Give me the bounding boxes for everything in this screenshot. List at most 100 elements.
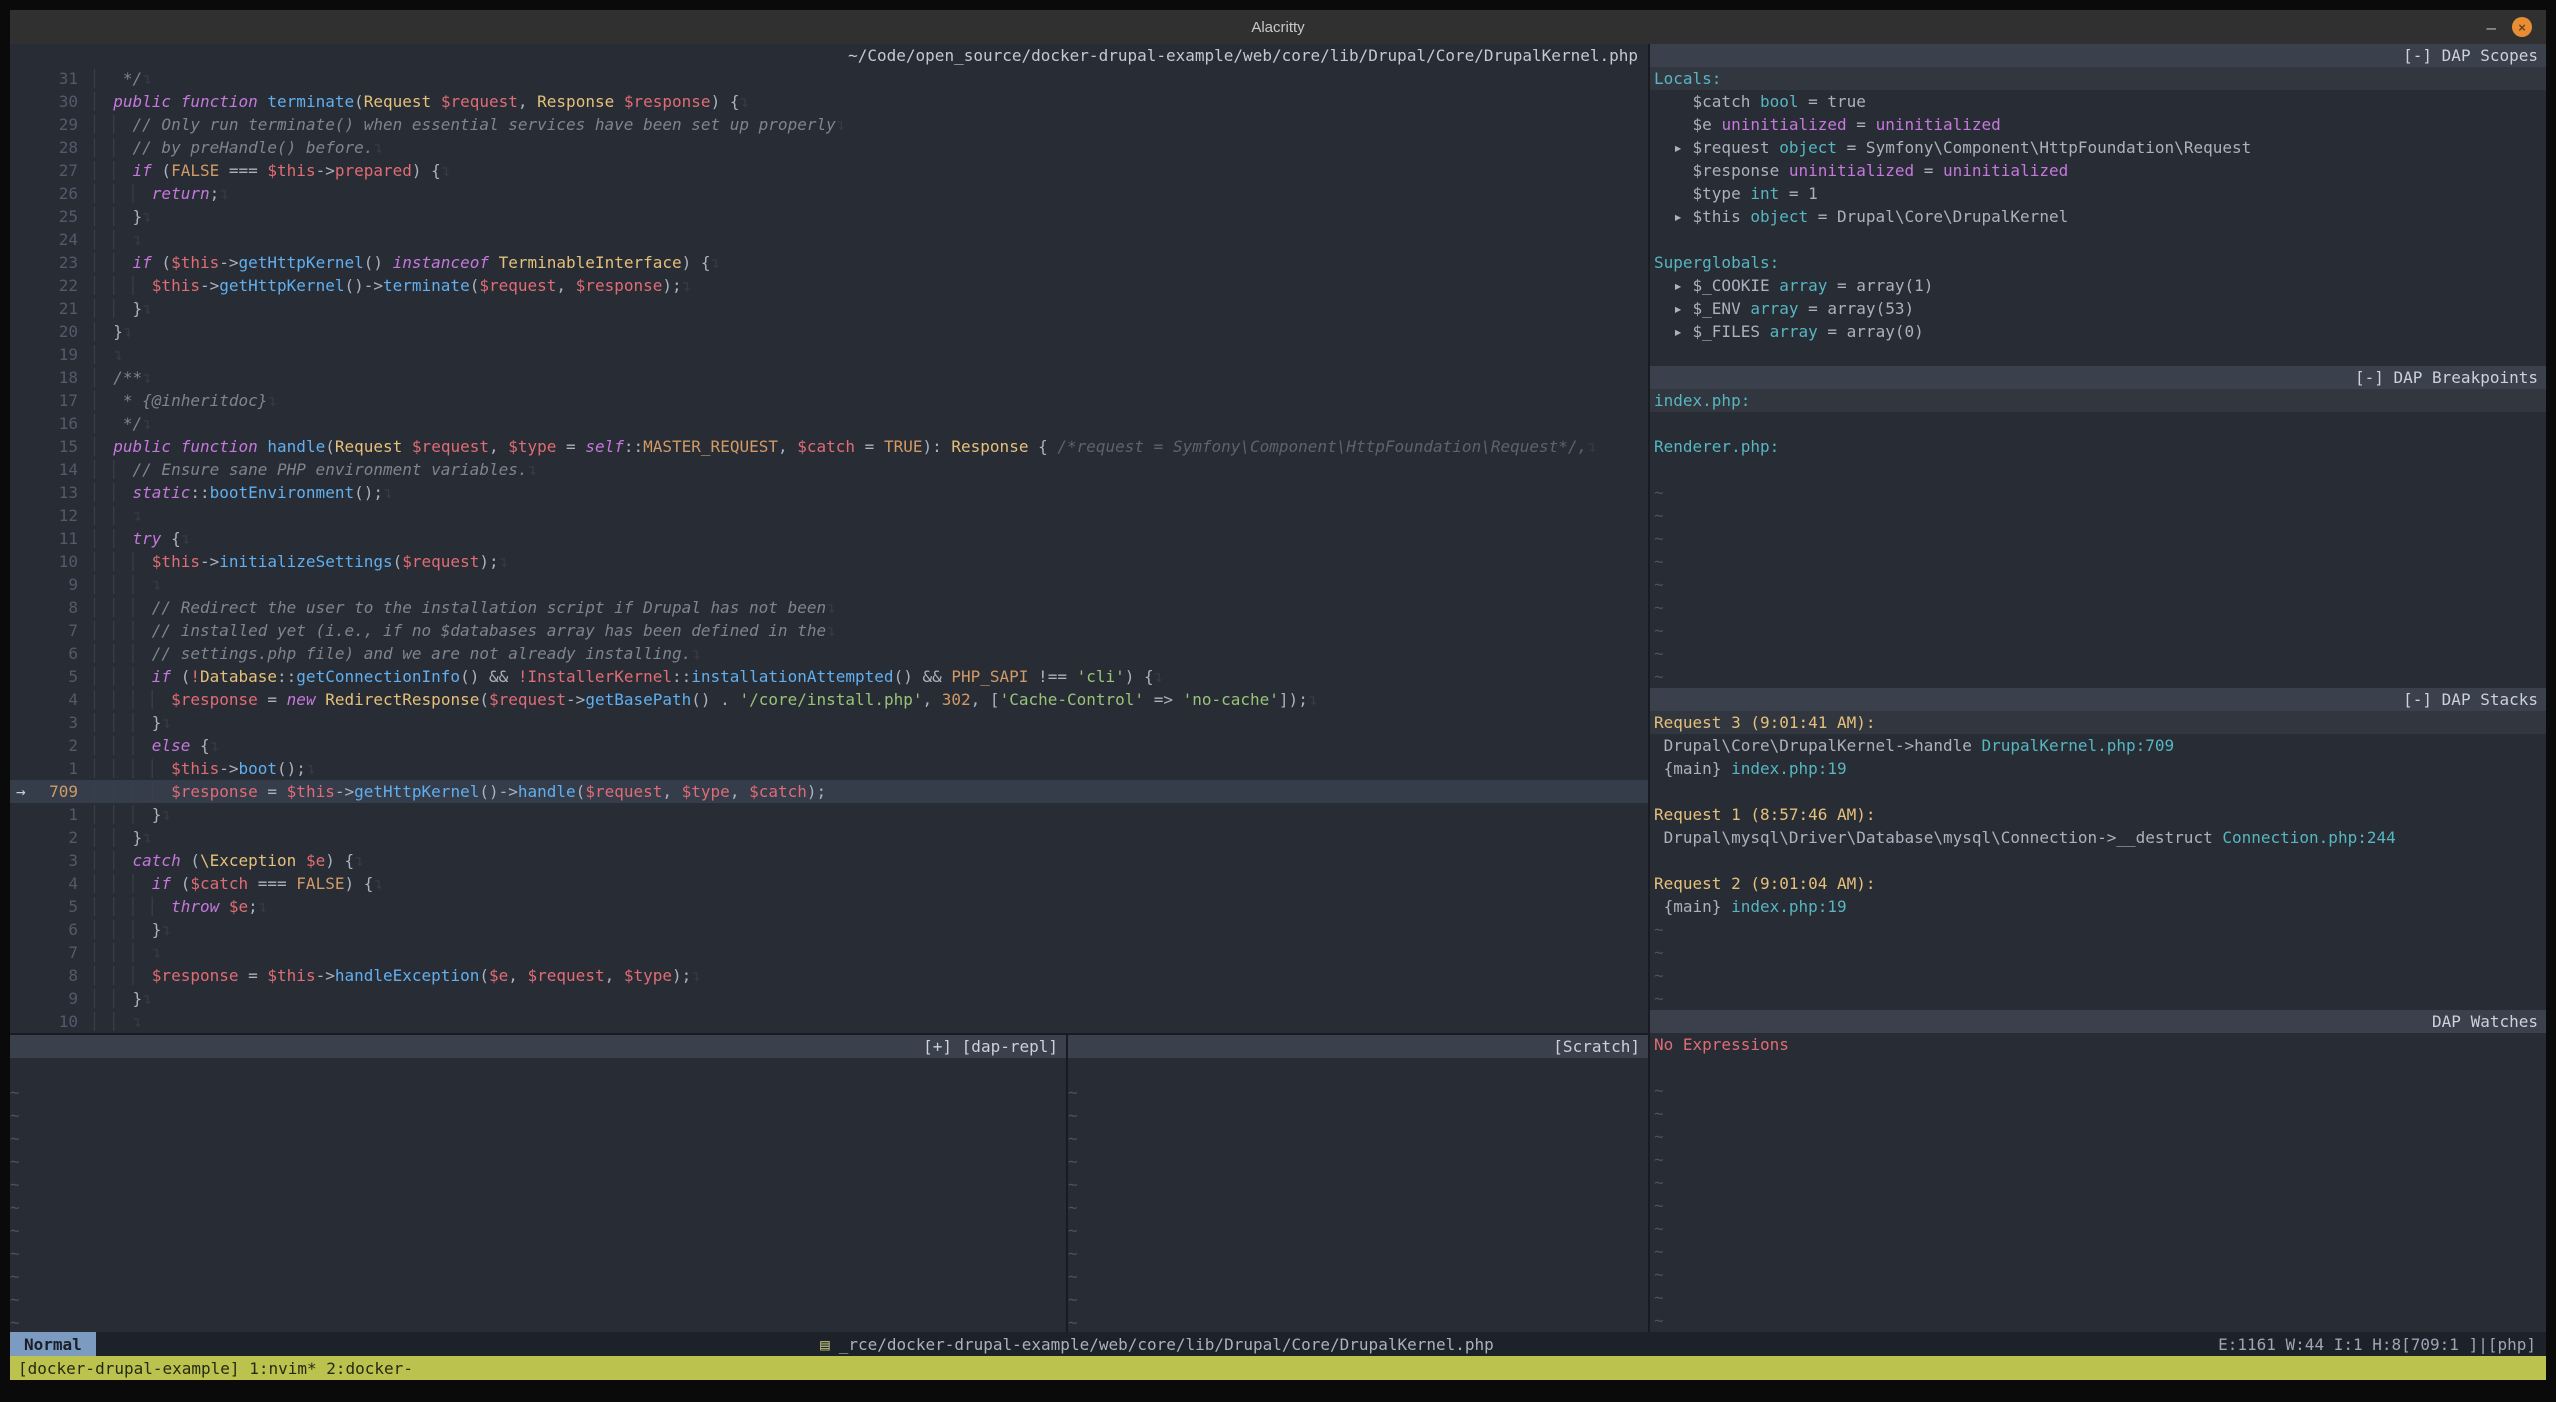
- code-line[interactable]: 17▏ * {@inheritdoc}: [10, 389, 1648, 412]
- line-number[interactable]: 20: [10, 320, 94, 343]
- dap-watches-header[interactable]: DAP Watches: [1650, 1010, 2546, 1033]
- line-number[interactable]: 24: [10, 228, 94, 251]
- code-area[interactable]: 31▏ */30▏ public function terminate(Requ…: [10, 67, 1648, 1033]
- dap-repl-header[interactable]: [+] [dap-repl]: [10, 1035, 1066, 1058]
- line-number[interactable]: 19: [10, 343, 94, 366]
- code-line[interactable]: 4▏ ▏ ▏ if ($catch === FALSE) {: [10, 872, 1648, 895]
- panel-line[interactable]: $type int = 1: [1650, 182, 2546, 205]
- code-line[interactable]: 8▏ ▏ ▏ // Redirect the user to the insta…: [10, 596, 1648, 619]
- code-line[interactable]: 3▏ ▏ ▏ }: [10, 711, 1648, 734]
- code-line[interactable]: 2▏ ▏ }: [10, 826, 1648, 849]
- line-number[interactable]: 4: [10, 688, 94, 711]
- line-number[interactable]: 9: [10, 573, 94, 596]
- line-number[interactable]: 18: [10, 366, 94, 389]
- line-number[interactable]: 1: [10, 803, 94, 826]
- editor-window[interactable]: ~/Code/open_source/docker-drupal-example…: [10, 44, 1648, 1033]
- code-line[interactable]: 21▏ ▏ }: [10, 297, 1648, 320]
- dap-stacks-header[interactable]: [-] DAP Stacks: [1650, 688, 2546, 711]
- panel-line[interactable]: {main} index.php:19: [1650, 895, 2546, 918]
- code-line[interactable]: 9▏ ▏ }: [10, 987, 1648, 1010]
- panel-line[interactable]: $e uninitialized = uninitialized: [1650, 113, 2546, 136]
- code-line[interactable]: 18▏ /**: [10, 366, 1648, 389]
- code-line[interactable]: 25▏ ▏ }: [10, 205, 1648, 228]
- line-number[interactable]: 17: [10, 389, 94, 412]
- code-line[interactable]: 11▏ ▏ try {: [10, 527, 1648, 550]
- code-line[interactable]: 7▏ ▏ ▏ // installed yet (i.e., if no $da…: [10, 619, 1648, 642]
- dap-breakpoints-content[interactable]: index.php:Renderer.php:~~~~~~~~~: [1650, 389, 2546, 688]
- line-number[interactable]: 15: [10, 435, 94, 458]
- dap-scopes-header[interactable]: [-] DAP Scopes: [1650, 44, 2546, 67]
- line-number[interactable]: 3: [10, 849, 94, 872]
- line-number[interactable]: 10: [10, 550, 94, 573]
- line-number[interactable]: 23: [10, 251, 94, 274]
- panel-line[interactable]: ▸ $_ENV array = array(53): [1650, 297, 2546, 320]
- line-number[interactable]: 7: [10, 619, 94, 642]
- line-number[interactable]: 2: [10, 826, 94, 849]
- code-line[interactable]: 6▏ ▏ ▏ }: [10, 918, 1648, 941]
- tmux-window-list[interactable]: 1:nvim* 2:docker-: [249, 1357, 413, 1380]
- panel-line[interactable]: Superglobals:: [1650, 251, 2546, 274]
- line-number[interactable]: 2: [10, 734, 94, 757]
- dap-watches-content[interactable]: No Expressions~~~~~~~~~~~: [1650, 1033, 2546, 1332]
- code-line[interactable]: 2▏ ▏ ▏ else {: [10, 734, 1648, 757]
- code-line[interactable]: 30▏ public function terminate(Request $r…: [10, 90, 1648, 113]
- line-number[interactable]: 29: [10, 113, 94, 136]
- panel-line[interactable]: Drupal\Core\DrupalKernel->handle DrupalK…: [1650, 734, 2546, 757]
- line-number[interactable]: 10: [10, 1010, 94, 1033]
- code-line[interactable]: 20▏ }: [10, 320, 1648, 343]
- line-number[interactable]: 31: [10, 67, 94, 90]
- code-line[interactable]: 31▏ */: [10, 67, 1648, 90]
- panel-line[interactable]: ▸ $_COOKIE array = array(1): [1650, 274, 2546, 297]
- line-number[interactable]: 22: [10, 274, 94, 297]
- line-number[interactable]: 9: [10, 987, 94, 1010]
- scratch-window[interactable]: [Scratch] ~~~~~~~~~~~: [1068, 1035, 1648, 1332]
- line-number[interactable]: 21: [10, 297, 94, 320]
- dap-breakpoints-header[interactable]: [-] DAP Breakpoints: [1650, 366, 2546, 389]
- panel-line[interactable]: {main} index.php:19: [1650, 757, 2546, 780]
- code-line[interactable]: 1▏ ▏ ▏ }: [10, 803, 1648, 826]
- line-number[interactable]: 7: [10, 941, 94, 964]
- line-number[interactable]: →709: [10, 780, 94, 803]
- code-line[interactable]: 23▏ ▏ if ($this->getHttpKernel() instanc…: [10, 251, 1648, 274]
- code-line[interactable]: 8▏ ▏ ▏ $response = $this->handleExceptio…: [10, 964, 1648, 987]
- code-line[interactable]: 26▏ ▏ ▏ return;: [10, 182, 1648, 205]
- close-icon[interactable]: ×: [2512, 17, 2532, 37]
- panel-line[interactable]: ▸ $_FILES array = array(0): [1650, 320, 2546, 343]
- dap-stacks-content[interactable]: Request 3 (9:01:41 AM): Drupal\Core\Drup…: [1650, 711, 2546, 1010]
- dap-repl-buffer[interactable]: ~~~~~~~~~~~: [10, 1058, 1066, 1332]
- code-line[interactable]: 13▏ ▏ static::bootEnvironment();: [10, 481, 1648, 504]
- line-number[interactable]: 14: [10, 458, 94, 481]
- panel-line[interactable]: ▸ $request object = Symfony\Component\Ht…: [1650, 136, 2546, 159]
- code-line[interactable]: 28▏ ▏ // by preHandle() before.: [10, 136, 1648, 159]
- line-number[interactable]: 30: [10, 90, 94, 113]
- line-number[interactable]: 26: [10, 182, 94, 205]
- line-number[interactable]: 13: [10, 481, 94, 504]
- line-number[interactable]: 4: [10, 872, 94, 895]
- panel-line[interactable]: Request 3 (9:01:41 AM):: [1650, 711, 2546, 734]
- code-line[interactable]: 4▏ ▏ ▏ ▏ $response = new RedirectRespons…: [10, 688, 1648, 711]
- code-line[interactable]: 27▏ ▏ if (FALSE === $this->prepared) {: [10, 159, 1648, 182]
- code-line[interactable]: 16▏ */: [10, 412, 1648, 435]
- line-number[interactable]: 25: [10, 205, 94, 228]
- line-number[interactable]: 5: [10, 895, 94, 918]
- panel-line[interactable]: $response uninitialized = uninitialized: [1650, 159, 2546, 182]
- line-number[interactable]: 12: [10, 504, 94, 527]
- panel-line[interactable]: Request 2 (9:01:04 AM):: [1650, 872, 2546, 895]
- code-line[interactable]: 14▏ ▏ // Ensure sane PHP environment var…: [10, 458, 1648, 481]
- line-number[interactable]: 16: [10, 412, 94, 435]
- panel-line[interactable]: index.php:: [1650, 389, 2546, 412]
- code-line[interactable]: 22▏ ▏ ▏ $this->getHttpKernel()->terminat…: [10, 274, 1648, 297]
- code-line[interactable]: 15▏ public function handle(Request $requ…: [10, 435, 1648, 458]
- line-number[interactable]: 8: [10, 964, 94, 987]
- panel-line[interactable]: $catch bool = true: [1650, 90, 2546, 113]
- line-number[interactable]: 3: [10, 711, 94, 734]
- line-number[interactable]: 27: [10, 159, 94, 182]
- code-line[interactable]: 29▏ ▏ // Only run terminate() when essen…: [10, 113, 1648, 136]
- line-number[interactable]: 1: [10, 757, 94, 780]
- dap-repl-window[interactable]: [+] [dap-repl] ~~~~~~~~~~~: [10, 1035, 1068, 1332]
- code-line-current[interactable]: →709▏ ▏ ▏ ▏ $response = $this->getHttpKe…: [10, 780, 1648, 803]
- code-line[interactable]: 3▏ ▏ catch (\Exception $e) {: [10, 849, 1648, 872]
- scratch-header[interactable]: [Scratch]: [1068, 1035, 1648, 1058]
- panel-line[interactable]: Request 1 (8:57:46 AM):: [1650, 803, 2546, 826]
- code-line[interactable]: 10▏ ▏ ▏ $this->initializeSettings($reque…: [10, 550, 1648, 573]
